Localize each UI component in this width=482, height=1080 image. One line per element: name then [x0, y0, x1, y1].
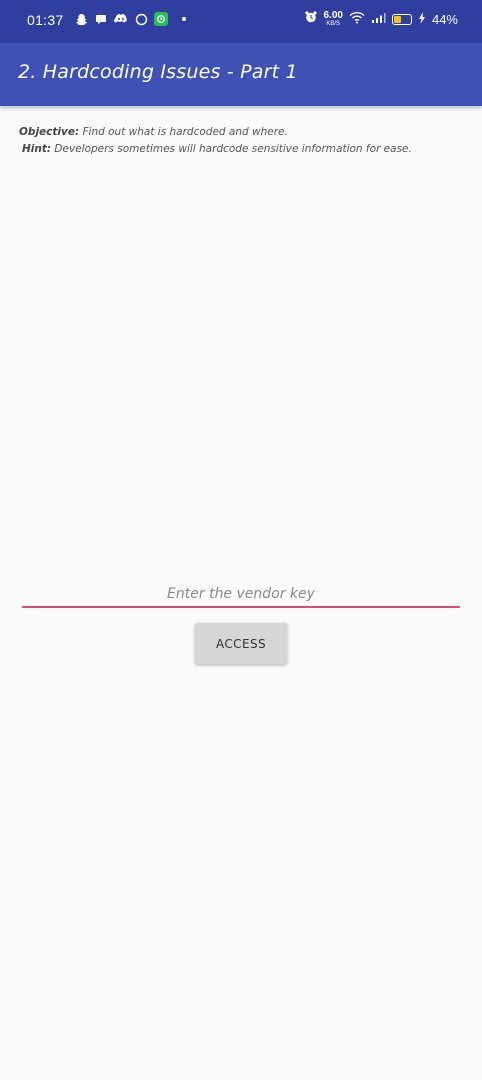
objective-body: Find out what is hardcoded and where. — [79, 126, 288, 138]
net-speed-value: 6.00 — [323, 9, 343, 21]
chat-bubble-icon — [94, 12, 108, 26]
app-badge-icon — [154, 12, 168, 26]
hint-label: Hint: — [22, 143, 52, 155]
battery-percent: 44% — [431, 12, 458, 27]
objective-text: Objective: Find out what is hardcoded an… — [19, 126, 288, 138]
app-toolbar: 2. Hardcoding Issues - Part 1 — [0, 43, 482, 106]
discord-icon — [114, 12, 128, 26]
net-speed-unit: KB/S — [326, 20, 341, 27]
objective-label: Objective: — [19, 126, 80, 138]
more-notifications-dot — [182, 17, 186, 21]
battery-fill — [393, 16, 401, 23]
hint-text: Hint: Developers sometimes will hardcode… — [22, 143, 412, 155]
hint-body: Developers sometimes will hardcode sensi… — [51, 143, 412, 155]
charging-icon — [418, 11, 426, 29]
vendor-key-field-wrap — [22, 582, 460, 608]
whatsapp-icon — [134, 12, 148, 26]
net-speed: 6.00 KB/S — [323, 9, 343, 28]
snapchat-icon — [74, 12, 88, 26]
page-title: 2. Hardcoding Issues - Part 1 — [18, 61, 298, 83]
status-bar: 01:37 6.00 KB/S 44% — [0, 0, 482, 43]
vendor-key-input[interactable] — [22, 582, 460, 608]
status-time: 01:37 — [27, 12, 64, 28]
signal-icon — [371, 11, 386, 29]
status-right: 6.00 KB/S 44% — [304, 9, 458, 29]
notification-icons — [74, 12, 186, 26]
alarm-icon — [304, 10, 318, 29]
wifi-icon — [349, 11, 365, 29]
access-button[interactable]: ACCESS — [195, 623, 287, 664]
battery-icon — [391, 14, 412, 25]
